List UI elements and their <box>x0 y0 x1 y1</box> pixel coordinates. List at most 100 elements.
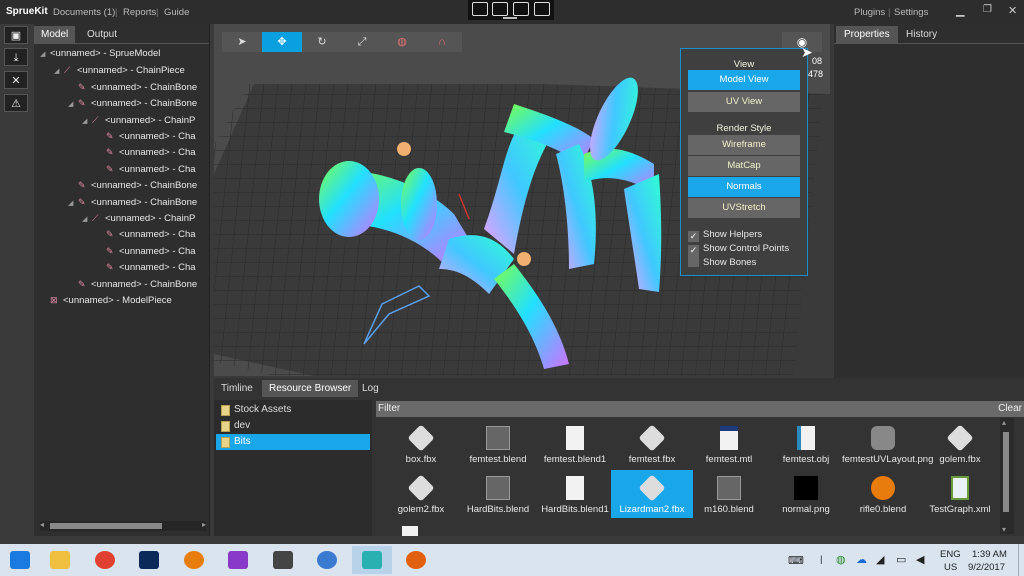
horizontal-scrollbar[interactable]: ◂ ▸ <box>40 520 206 531</box>
tree-item[interactable]: ✎ <unnamed> - ChainBone <box>68 276 197 292</box>
scroll-thumb[interactable] <box>1003 432 1009 512</box>
filter-bar[interactable]: Filter Clear <box>376 401 1024 417</box>
file-item[interactable]: femtestUVLayout.png <box>842 420 933 468</box>
show-bones-checkbox[interactable]: Show Bones <box>688 256 756 269</box>
taskbar-app[interactable] <box>129 546 169 574</box>
taskbar-app[interactable] <box>174 546 214 574</box>
folder-bits[interactable]: Bits <box>216 434 370 450</box>
taskbar-app[interactable] <box>396 546 436 574</box>
taskbar-app[interactable] <box>263 546 303 574</box>
tree-item[interactable]: ✎ <unnamed> - Cha <box>96 161 196 177</box>
vertical-scrollbar[interactable]: ▴ ▾ <box>1000 418 1014 534</box>
language-region[interactable]: US <box>944 562 957 573</box>
expand-arrow-icon[interactable]: ◢ <box>40 47 50 63</box>
file-item[interactable]: femtest.fbx <box>611 420 693 468</box>
expand-arrow-icon[interactable]: ◢ <box>68 97 78 113</box>
show-helpers-checkbox[interactable]: ✓ Show Helpers <box>688 228 762 242</box>
uvstretch-button[interactable]: UVStretch <box>688 198 800 218</box>
show-control-points-checkbox[interactable]: ✓ Show Control Points <box>688 242 789 256</box>
tree-item[interactable]: ✎ <unnamed> - ChainBone <box>68 177 197 193</box>
tree-item[interactable]: ◢ ✎ <unnamed> - ChainBone <box>68 194 197 210</box>
scale-icon[interactable]: ⤢ <box>342 32 382 52</box>
file-item[interactable]: golem.fbx <box>919 420 998 468</box>
normals-button[interactable]: Normals <box>688 177 800 197</box>
file-item[interactable]: normal.png <box>765 470 847 518</box>
move-icon[interactable]: ✥ <box>262 32 302 52</box>
file-item[interactable]: femtest.blend <box>457 420 539 468</box>
scroll-down-icon[interactable]: ▾ <box>1002 525 1006 534</box>
taskbar-app[interactable] <box>307 546 347 574</box>
menu-guide[interactable]: Guide <box>164 7 189 18</box>
taskbar-app[interactable] <box>85 546 125 574</box>
checkbox-icon[interactable]: ✓ <box>688 245 699 256</box>
file-item[interactable]: femtest.mtl <box>688 420 770 468</box>
network-icon[interactable]: ◢ <box>876 553 884 566</box>
clock-date[interactable]: 9/2/2017 <box>968 562 1005 573</box>
keyboard-icon[interactable]: ⌨ <box>788 554 804 567</box>
uv-view-button[interactable]: UV View <box>688 92 800 112</box>
checkbox-icon[interactable] <box>688 256 699 267</box>
show-desktop-button[interactable] <box>1018 544 1024 576</box>
tree-item[interactable]: ✎ <unnamed> - Cha <box>96 144 196 160</box>
tab-model[interactable]: Model <box>34 26 76 43</box>
restore-icon[interactable]: ❐ <box>983 4 992 15</box>
tree-item[interactable]: ◢ ⟋ <unnamed> - ChainP <box>82 210 195 226</box>
sphere-icon[interactable]: ◍ <box>382 32 422 52</box>
model-view-button[interactable]: Model View <box>688 70 800 90</box>
menu-settings[interactable]: Settings <box>894 7 928 18</box>
snip-icon[interactable] <box>534 2 550 16</box>
matcap-button[interactable]: MatCap <box>688 156 800 176</box>
language-indicator[interactable]: ENG <box>940 549 961 560</box>
taskbar-app[interactable] <box>218 546 258 574</box>
taskbar-app[interactable] <box>0 546 40 574</box>
scroll-thumb[interactable] <box>50 523 162 529</box>
tree-item[interactable]: ◢ <unnamed> - SprueModel <box>40 46 160 62</box>
file-item[interactable]: femtest.blend1 <box>534 420 616 468</box>
tab-timeline[interactable]: Timline <box>214 380 260 397</box>
tree-item[interactable]: ◢ ✎ <unnamed> - ChainBone <box>68 95 197 111</box>
tab-log[interactable]: Log <box>355 380 386 397</box>
drag-handle[interactable] <box>503 17 517 19</box>
file-item[interactable]: Lizardman2.fbx <box>611 470 693 518</box>
import-icon[interactable]: ⤓ <box>4 48 28 66</box>
folder-stock-assets[interactable]: Stock Assets <box>216 402 370 418</box>
scroll-up-icon[interactable]: ▴ <box>1002 418 1006 427</box>
rotate-icon[interactable]: ↻ <box>302 32 342 52</box>
file-item[interactable]: rifle0.blend <box>842 470 924 518</box>
file-item[interactable]: femtest.obj <box>765 420 847 468</box>
expand-arrow-icon[interactable]: ◢ <box>68 196 78 212</box>
tree-item[interactable]: ✎ <unnamed> - Cha <box>96 259 196 275</box>
tree-item[interactable]: ✎ <unnamed> - Cha <box>96 128 196 144</box>
volume-icon[interactable]: ◀ <box>916 553 924 566</box>
scroll-left-icon[interactable]: ◂ <box>40 520 44 529</box>
tab-output[interactable]: Output <box>80 26 124 43</box>
cloud-icon[interactable]: ☁ <box>856 553 867 566</box>
file-item[interactable]: box.fbx <box>380 420 462 468</box>
menu-documents[interactable]: Documents (1) <box>53 7 115 18</box>
scroll-right-icon[interactable]: ▸ <box>202 520 206 529</box>
select-icon[interactable]: ➤ <box>222 32 262 52</box>
taskbar-app[interactable] <box>351 546 392 574</box>
expand-arrow-icon[interactable]: ◢ <box>54 64 64 80</box>
checkbox-icon[interactable]: ✓ <box>688 231 699 242</box>
tree-item[interactable]: ◢ ⟋ <unnamed> - ChainPiece <box>54 62 185 78</box>
tree-item[interactable]: ✎ <unnamed> - ChainBone <box>68 79 197 95</box>
cursor-capture-icon[interactable] <box>492 2 508 16</box>
file-item[interactable]: golem2.fbx <box>380 470 462 518</box>
expand-arrow-icon[interactable]: ◢ <box>82 114 92 130</box>
menu-reports[interactable]: Reports <box>123 7 156 18</box>
chrome-tray-icon[interactable]: ◍ <box>836 553 846 566</box>
tools-icon[interactable]: ✕ <box>4 71 28 89</box>
minimize-icon[interactable]: ▁ <box>956 4 964 17</box>
tree-item[interactable]: ✎ <unnamed> - Cha <box>96 243 196 259</box>
tab-history[interactable]: History <box>898 26 945 43</box>
file-item[interactable]: HardBits.blend1 <box>534 470 616 518</box>
folder-dev[interactable]: dev <box>216 418 370 434</box>
save-icon[interactable]: ▣ <box>4 26 28 44</box>
file-item[interactable]: m160.blend <box>688 470 770 518</box>
stop-icon[interactable] <box>513 2 529 16</box>
tree-item[interactable]: ◢ ⟋ <unnamed> - ChainP <box>82 112 195 128</box>
clipboard-icon[interactable] <box>472 2 488 16</box>
clear-button[interactable]: Clear <box>998 403 1022 414</box>
tree-item[interactable]: ✎ <unnamed> - Cha <box>96 226 196 242</box>
